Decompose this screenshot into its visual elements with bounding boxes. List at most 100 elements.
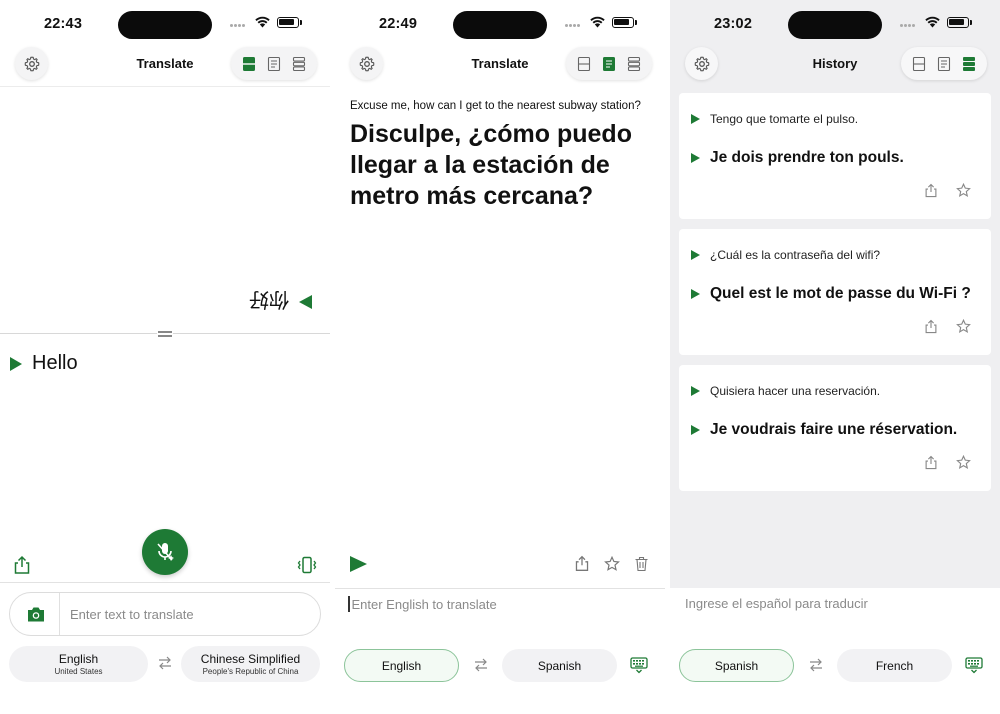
drag-handle[interactable]: [157, 330, 173, 338]
layout-split-icon[interactable]: [242, 56, 256, 72]
layout-page-icon[interactable]: [937, 56, 951, 72]
play-icon[interactable]: [691, 425, 700, 435]
battery-icon: [277, 17, 299, 28]
text-input-placeholder: Enter text to translate: [70, 606, 194, 622]
play-icon[interactable]: [691, 386, 700, 396]
play-icon[interactable]: [350, 556, 367, 572]
dynamic-island: [453, 11, 547, 39]
star-icon[interactable]: [604, 556, 620, 572]
camera-icon: [28, 607, 44, 621]
translated-text: Disculpe, ¿cómo puedo llegar a la estaci…: [350, 120, 632, 210]
signal-icon: [900, 21, 916, 27]
history-source: ¿Cuál es la contraseña del wifi?: [710, 248, 881, 262]
play-icon[interactable]: [10, 356, 22, 371]
wifi-icon: [590, 16, 605, 28]
source-language: Spanish: [714, 658, 759, 673]
swap-icon[interactable]: [157, 655, 173, 671]
history-card[interactable]: Tengo que tomarte el pulso. Je dois pren…: [679, 93, 991, 219]
nav-bar: Translate: [335, 46, 665, 86]
history-translation: Je voudrais faire une réservation.: [710, 421, 958, 438]
source-output: Hello: [10, 352, 78, 375]
layout-list-icon[interactable]: [627, 56, 641, 72]
history-source: Quisiera hacer una reservación.: [710, 384, 881, 398]
layout-split-icon[interactable]: [912, 56, 926, 72]
star-icon[interactable]: [956, 319, 971, 334]
trash-icon[interactable]: [634, 556, 649, 572]
mic-icon: [157, 543, 174, 561]
screen-translate-page: 22:49 Translate Excuse me, how can I get…: [335, 0, 665, 714]
text-input-placeholder[interactable]: Ingrese el español para traducir: [685, 596, 868, 611]
source-region: United States: [54, 667, 103, 676]
target-language: French: [875, 658, 914, 673]
share-icon[interactable]: [13, 555, 31, 575]
mic-button[interactable]: [142, 529, 188, 575]
text-input-field[interactable]: Enter text to translate: [9, 592, 321, 636]
status-bar: 22:49: [335, 0, 665, 46]
play-icon[interactable]: [691, 250, 700, 260]
play-icon[interactable]: [299, 294, 312, 309]
source-language: English: [58, 652, 99, 666]
keyboard-icon[interactable]: [965, 657, 983, 674]
nav-bar: History: [670, 46, 1000, 86]
history-card[interactable]: Quisiera hacer una reservación. Je voudr…: [679, 365, 991, 491]
screen-translate-conversation: 22:43 Translate 你好 Hello Enter text to t…: [0, 0, 330, 714]
source-language: English: [381, 658, 422, 673]
share-icon[interactable]: [924, 319, 938, 334]
battery-icon: [612, 17, 634, 28]
share-icon[interactable]: [924, 183, 938, 198]
wifi-icon: [255, 16, 270, 28]
dynamic-island: [788, 11, 882, 39]
source-text: Hello: [32, 352, 78, 374]
battery-icon: [947, 17, 969, 28]
history-card[interactable]: ¿Cuál es la contraseña del wifi? Quel es…: [679, 229, 991, 355]
nav-bar: Translate: [0, 46, 330, 86]
keyboard-icon[interactable]: [630, 657, 648, 674]
play-icon[interactable]: [691, 114, 700, 124]
wifi-icon: [925, 16, 940, 28]
status-time: 22:43: [44, 16, 83, 32]
target-language: Spanish: [537, 658, 582, 673]
vibrate-icon[interactable]: [296, 556, 318, 574]
status-time: 22:49: [379, 16, 418, 32]
target-language: Chinese Simplified: [200, 652, 301, 666]
star-icon[interactable]: [956, 455, 971, 470]
text-input-placeholder: Enter English to translate: [351, 596, 497, 612]
layout-switcher[interactable]: [901, 47, 987, 80]
target-language-button[interactable]: Chinese Simplified People's Republic of …: [181, 646, 320, 682]
target-region: People's Republic of China: [202, 667, 299, 676]
layout-switcher[interactable]: [566, 47, 652, 80]
star-icon[interactable]: [956, 183, 971, 198]
play-icon[interactable]: [691, 153, 700, 163]
signal-icon: [230, 21, 246, 27]
swap-icon[interactable]: [473, 657, 489, 673]
source-language-button[interactable]: English: [344, 649, 459, 682]
status-time: 23:02: [714, 16, 753, 32]
layout-list-icon[interactable]: [292, 56, 306, 72]
translated-text: 你好: [249, 288, 289, 310]
target-language-button[interactable]: French: [837, 649, 952, 682]
camera-button[interactable]: [26, 604, 46, 624]
source-language-button[interactable]: English United States: [9, 646, 148, 682]
play-icon[interactable]: [691, 289, 700, 299]
source-language-button[interactable]: Spanish: [679, 649, 794, 682]
history-translation: Quel est le mot de passe du Wi-Fi ?: [710, 285, 971, 302]
layout-list-icon[interactable]: [962, 56, 976, 72]
status-bar: 22:43: [0, 0, 330, 46]
swap-icon[interactable]: [808, 657, 824, 673]
text-input-field[interactable]: Enter English to translate: [348, 596, 497, 612]
target-language-button[interactable]: Spanish: [502, 649, 617, 682]
layout-switcher[interactable]: [231, 47, 317, 80]
history-translation: Je dois prendre ton pouls.: [710, 149, 904, 166]
status-bar: 23:02: [670, 0, 1000, 46]
history-source: Tengo que tomarte el pulso.: [710, 112, 859, 126]
source-text: Excuse me, how can I get to the nearest …: [350, 100, 641, 112]
layout-split-icon[interactable]: [577, 56, 591, 72]
share-icon[interactable]: [574, 555, 590, 572]
share-icon[interactable]: [924, 455, 938, 470]
layout-page-icon[interactable]: [267, 56, 281, 72]
layout-page-icon[interactable]: [602, 56, 616, 72]
signal-icon: [565, 21, 581, 27]
translation-output: 你好: [249, 287, 312, 316]
dynamic-island: [118, 11, 212, 39]
screen-history: 23:02 History Tengo que tomarte el pulso…: [670, 0, 1000, 714]
